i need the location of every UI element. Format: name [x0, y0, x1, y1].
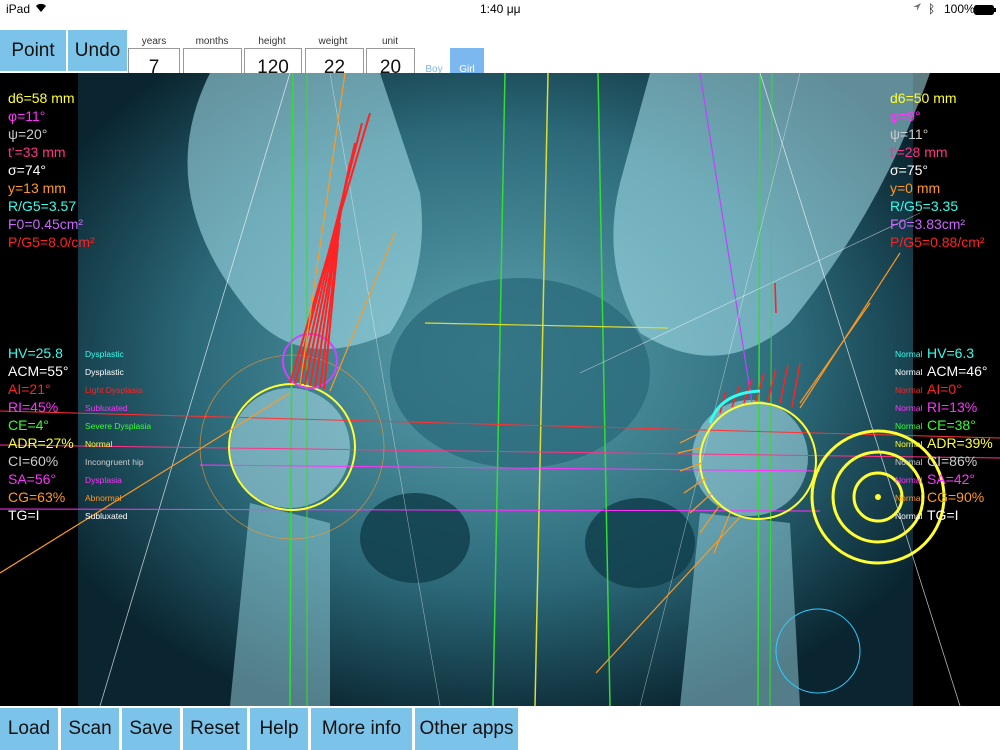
other-apps-button[interactable]: Other apps	[415, 708, 518, 750]
right-status-ai: Normal	[895, 385, 923, 395]
right-index-ri: RI=13%	[927, 399, 978, 415]
right-index-ce: CE=38°	[927, 417, 976, 433]
right-measure-psi: ψ=11°	[890, 126, 929, 142]
right-status-hv: Normal	[895, 349, 923, 359]
left-index-ci: CI=60%	[8, 453, 59, 469]
right-index-acm: ACM=46°	[927, 363, 988, 379]
right-measure-phi: φ=9°	[890, 108, 921, 124]
left-status-acm: Dysplastic	[85, 367, 124, 377]
right-measure-t: t'=28 mm	[890, 144, 948, 160]
right-status-adr: Normal	[895, 439, 923, 449]
right-measure-rg5: R/G5=3.35	[890, 198, 959, 214]
left-measure-t: t'=33 mm	[8, 144, 66, 160]
right-status-cg: Normal	[895, 493, 923, 503]
bottom-toolbar: Load Scan Save Reset Help More info Othe…	[0, 706, 1000, 750]
left-measure-phi: φ=11°	[8, 108, 46, 124]
status-bar: iPad 1:40 μμ ᛒ 100%	[0, 0, 1000, 18]
right-measure-d6: d6=50 mm	[890, 90, 957, 106]
weight-label: weight	[318, 36, 348, 47]
left-index-ri: RI=45%	[8, 399, 59, 415]
height-label: height	[258, 36, 286, 47]
months-label: months	[195, 36, 229, 47]
right-index-tg: TG=I	[927, 507, 959, 523]
right-status-tg: Normal	[895, 511, 923, 521]
location-icon	[912, 1, 922, 16]
device-label: iPad	[6, 2, 31, 16]
scan-button[interactable]: Scan	[61, 708, 119, 750]
left-index-ce: CE=4°	[8, 417, 50, 433]
help-button[interactable]: Help	[250, 708, 308, 750]
clock: 1:40 μμ	[480, 2, 521, 16]
right-index-hv: HV=6.3	[927, 345, 975, 361]
wifi-icon	[34, 1, 48, 16]
left-measure-d6: d6=58 mm	[8, 90, 75, 106]
right-status-ci: Normal	[895, 457, 923, 467]
left-index-adr: ADR=27%	[8, 435, 74, 451]
undo-button[interactable]: Undo	[68, 30, 127, 71]
right-measure-pg5: P/G5=0.88/cm²	[890, 234, 985, 250]
left-index-tg: TG=I	[8, 507, 40, 523]
left-index-hv: HV=25.8	[8, 345, 63, 361]
xray-viewer[interactable]: d6=58 mm φ=11° ψ=20° t'=33 mm σ=74° y=13…	[0, 73, 1000, 706]
left-measure-y: y=13 mm	[8, 180, 66, 196]
left-status-ai: Light Dysplasia	[85, 385, 143, 395]
bluetooth-icon: ᛒ	[928, 2, 936, 16]
left-status-ri: Subluxated	[85, 403, 128, 413]
top-toolbar: Point Undo years 7 months height 120 wei…	[0, 18, 1000, 90]
left-status-ce: Severe Dysplasia	[85, 421, 152, 431]
load-button[interactable]: Load	[0, 708, 58, 750]
right-measure-y: y=0 mm	[890, 180, 941, 196]
years-label: years	[141, 36, 167, 47]
right-index-adr: ADR=39%	[927, 435, 993, 451]
right-status-ce: Normal	[895, 421, 923, 431]
xray-image	[0, 73, 1000, 706]
left-status-tg: Subluxated	[85, 511, 128, 521]
right-status-ri: Normal	[895, 403, 923, 413]
battery-icon	[974, 4, 996, 18]
left-status-hv: Dysplastic	[85, 349, 124, 359]
left-measure-sigma: σ=74°	[8, 162, 46, 178]
more-info-button[interactable]: More info	[311, 708, 412, 750]
right-index-cg: CG=90%	[927, 489, 985, 505]
left-measure-pg5: P/G5=8.0/cm²	[8, 234, 95, 250]
left-index-ai: AI=21°	[8, 381, 51, 397]
left-index-cg: CG=63%	[8, 489, 66, 505]
right-index-ci: CI=86%	[927, 453, 978, 469]
save-button[interactable]: Save	[122, 708, 180, 750]
left-measure-rg5: R/G5=3.57	[8, 198, 77, 214]
left-measure-psi: ψ=20°	[8, 126, 48, 142]
right-index-sa: SA=42°	[927, 471, 976, 487]
left-index-sa: SA=56°	[8, 471, 57, 487]
unit-label: unit	[381, 36, 399, 47]
reset-button[interactable]: Reset	[183, 708, 247, 750]
left-status-sa: Dysplasia	[85, 475, 122, 485]
battery-percent: 100%	[944, 2, 975, 16]
left-status-adr: Normal	[85, 439, 113, 449]
right-index-ai: AI=0°	[927, 381, 962, 397]
left-measure-f0: F0=0.45cm²	[8, 216, 84, 232]
left-status-cg: Abnormal	[85, 493, 122, 503]
right-measure-f0: F0=3.83cm²	[890, 216, 966, 232]
left-index-acm: ACM=55°	[8, 363, 69, 379]
right-measure-sigma: σ=75°	[890, 162, 928, 178]
right-status-acm: Normal	[895, 367, 923, 377]
point-button[interactable]: Point	[0, 30, 66, 71]
left-status-ci: Incongruent hip	[85, 457, 144, 467]
right-status-sa: Normal	[895, 475, 923, 485]
